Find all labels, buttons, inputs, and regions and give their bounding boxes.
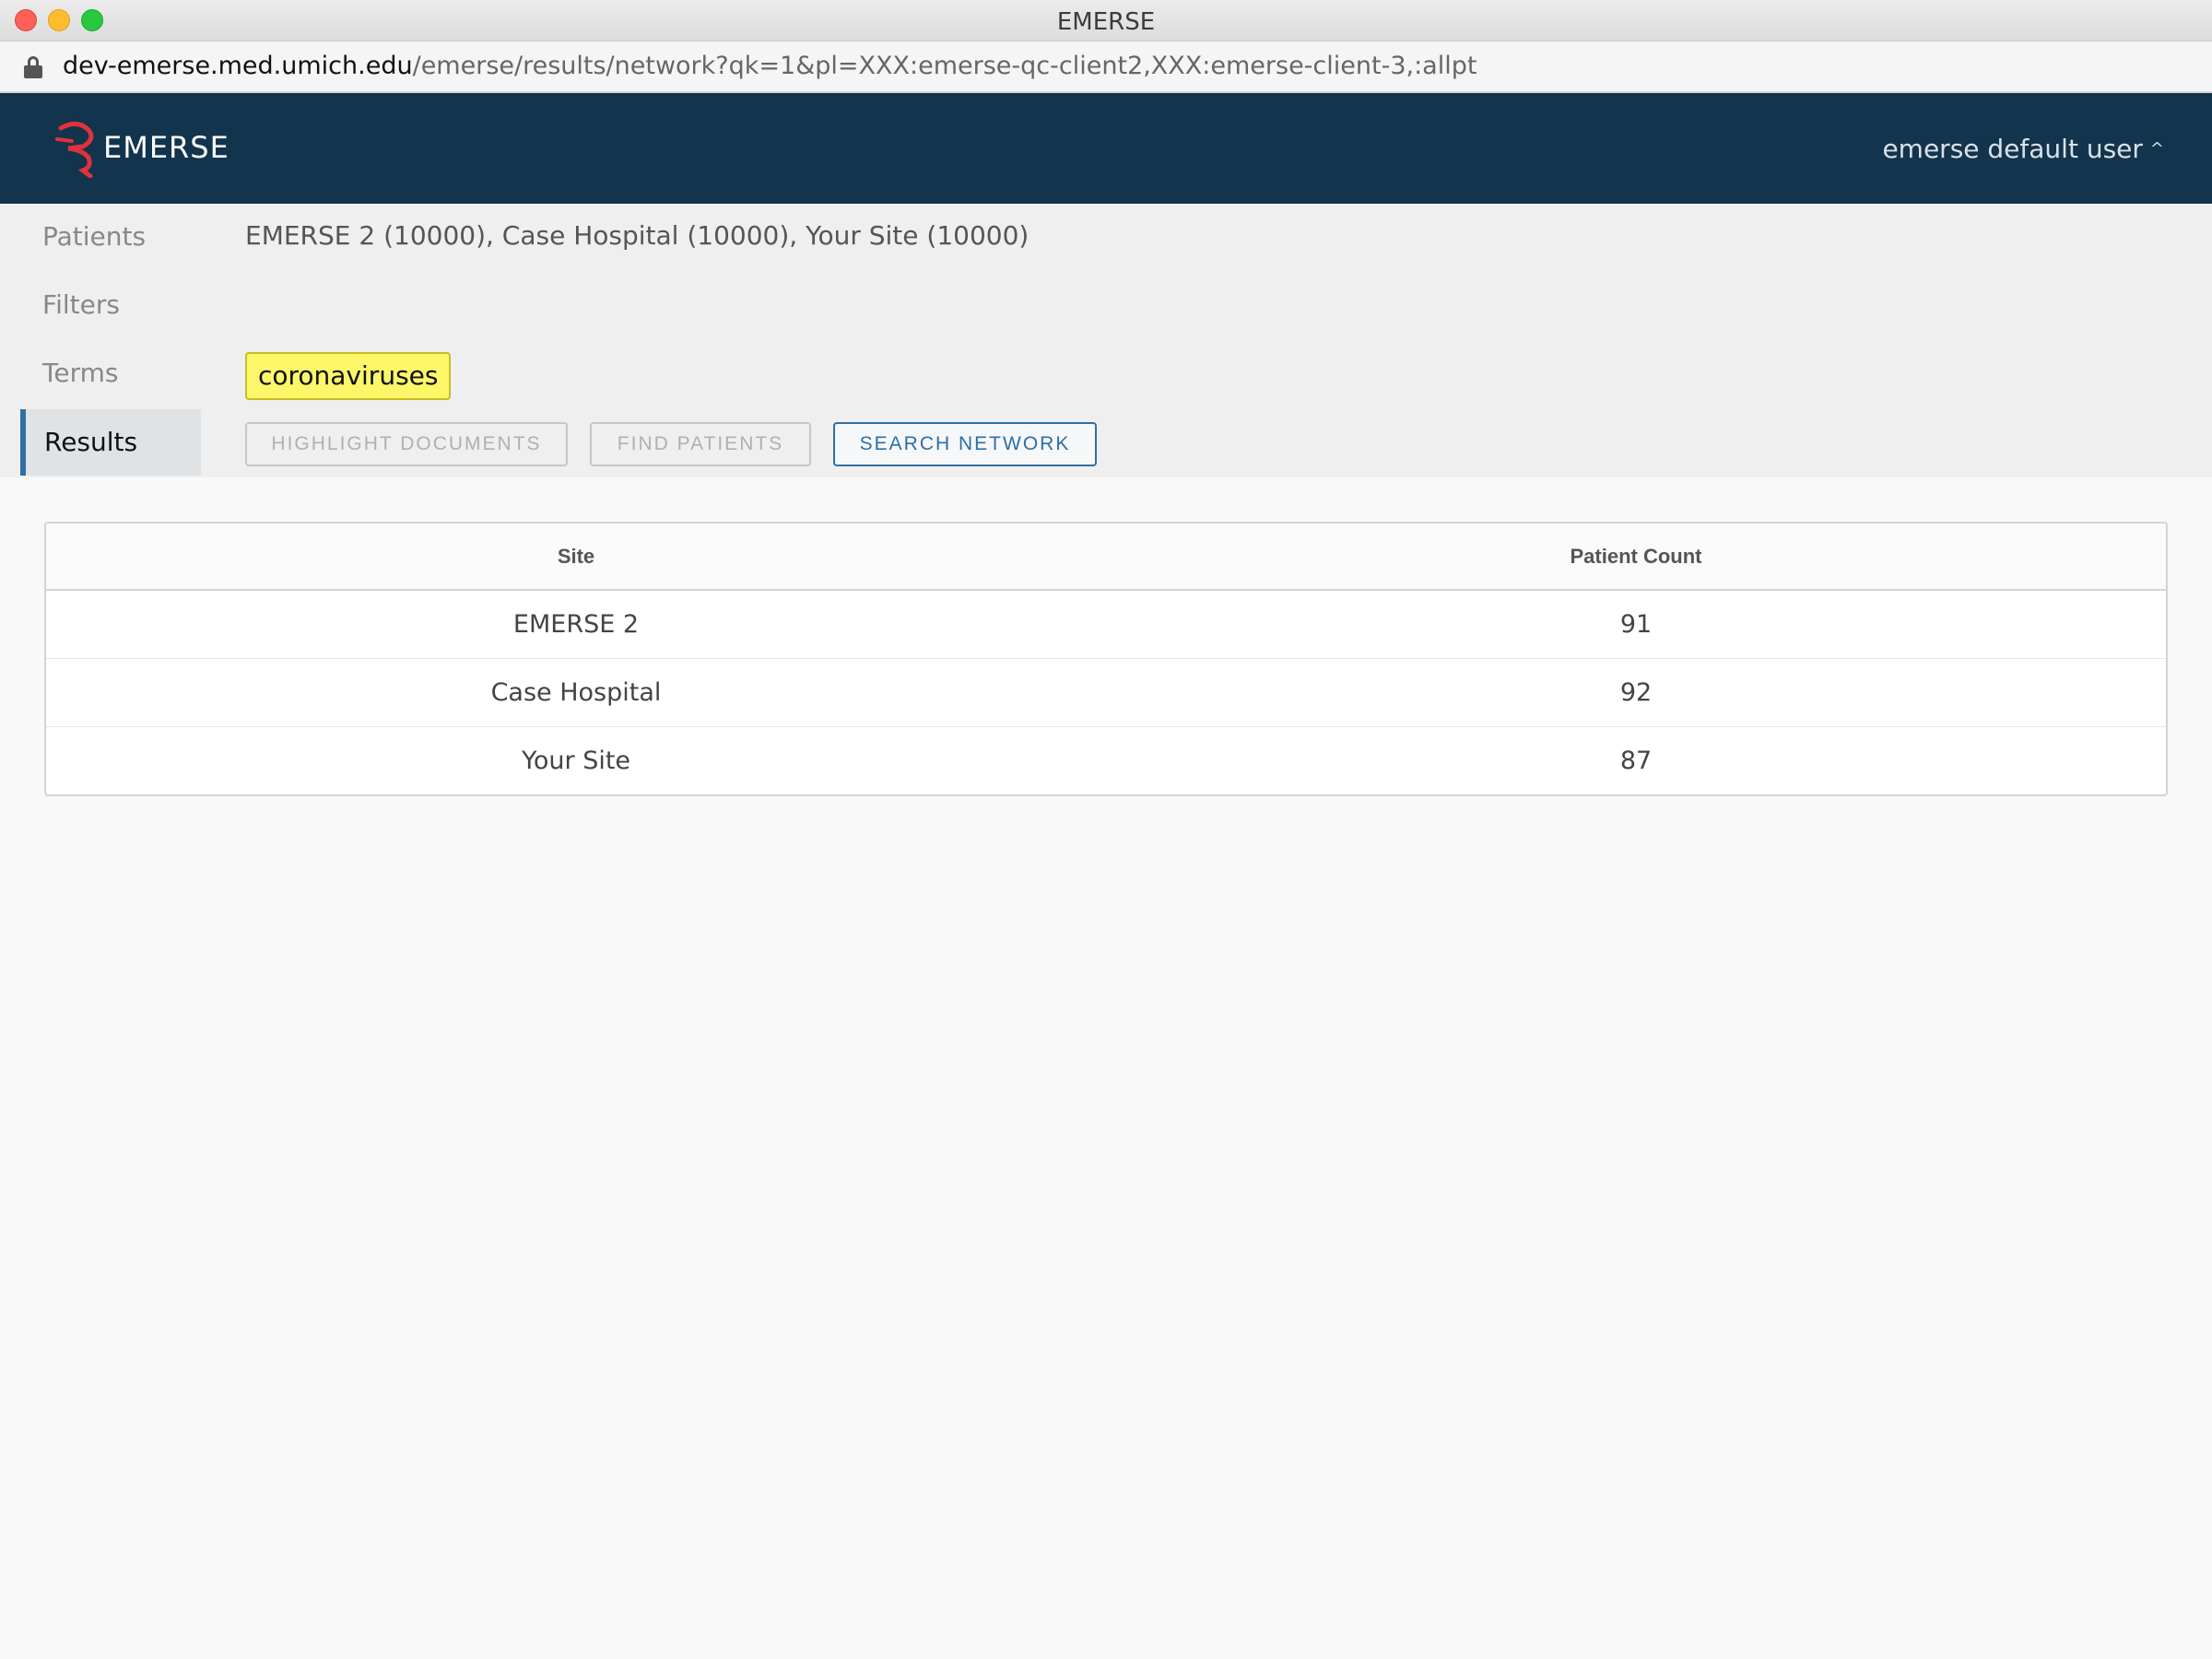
table-row: Your Site 87 bbox=[46, 726, 2166, 794]
table-row: Case Hospital 92 bbox=[46, 658, 2166, 727]
emerse-logo-icon[interactable] bbox=[55, 121, 98, 178]
url-host: dev-emerse.med.umich.edu bbox=[63, 52, 413, 80]
window-title: EMERSE bbox=[1056, 8, 1156, 36]
lock-icon bbox=[24, 56, 42, 78]
url-text[interactable]: dev-emerse.med.umich.edu/emerse/results/… bbox=[63, 52, 1477, 80]
find-patients-button[interactable]: FIND PATIENTS bbox=[590, 422, 811, 466]
patient-count-cell: 92 bbox=[1106, 658, 2166, 727]
nav-item-filters[interactable]: Filters bbox=[20, 272, 201, 338]
app-header: EMERSE emerse default user ^ bbox=[0, 93, 2212, 204]
results-table: Site Patient Count EMERSE 2 91 Case Hosp… bbox=[44, 522, 2168, 796]
table-header-row: Site Patient Count bbox=[46, 524, 2166, 591]
address-bar[interactable]: dev-emerse.med.umich.edu/emerse/results/… bbox=[0, 41, 2212, 93]
patient-count-cell: 87 bbox=[1619, 746, 1653, 775]
patients-summary: EMERSE 2 (10000), Case Hospital (10000),… bbox=[245, 220, 1030, 251]
site-cell: Case Hospital bbox=[46, 658, 1106, 727]
user-menu-label: emerse default user bbox=[1882, 134, 2143, 164]
logo-text[interactable]: EMERSE bbox=[103, 130, 229, 165]
site-cell: Your Site bbox=[521, 746, 631, 775]
term-chip[interactable]: coronaviruses bbox=[245, 352, 452, 400]
nav-item-terms[interactable]: Terms bbox=[20, 340, 201, 406]
query-panel: Patients Filters Terms Results EMERSE 2 … bbox=[0, 204, 2212, 477]
url-path: /emerse/results/network?qk=1&pl=XXX:emer… bbox=[412, 52, 1477, 80]
column-header-site[interactable]: Site bbox=[46, 524, 1106, 591]
user-menu[interactable]: emerse default user ^ bbox=[1882, 134, 2164, 164]
site-cell: EMERSE 2 bbox=[46, 590, 1106, 659]
nav-item-results[interactable]: Results bbox=[20, 409, 201, 476]
search-network-button[interactable]: SEARCH NETWORK bbox=[833, 422, 1097, 466]
column-header-patient-count[interactable]: Patient Count bbox=[1106, 524, 2166, 591]
window-titlebar: EMERSE bbox=[0, 0, 2212, 41]
chevron-up-icon: ^ bbox=[2149, 139, 2164, 159]
highlight-documents-button[interactable]: HIGHLIGHT DOCUMENTS bbox=[245, 422, 568, 466]
nav-item-patients[interactable]: Patients bbox=[20, 204, 201, 270]
table-row: EMERSE 2 91 bbox=[46, 590, 2166, 659]
patient-count-cell: 91 bbox=[1106, 590, 2166, 659]
